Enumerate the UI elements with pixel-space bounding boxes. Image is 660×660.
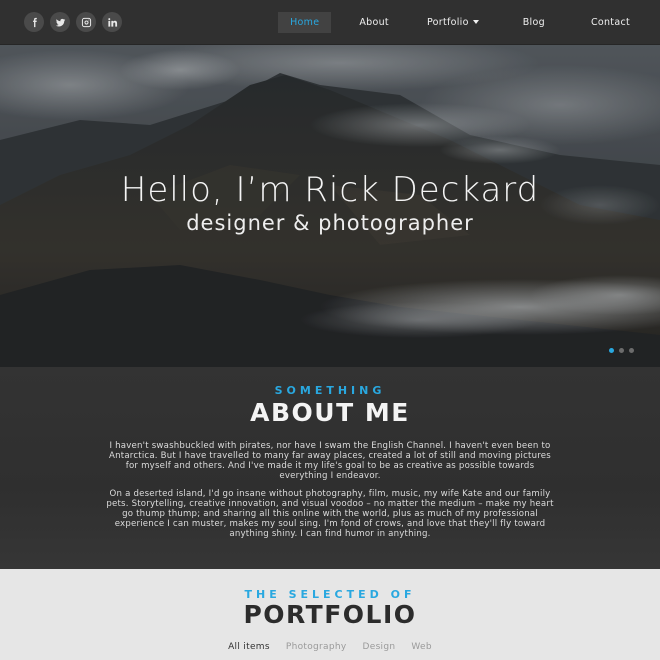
linkedin-icon[interactable]: [102, 12, 122, 32]
about-p1-line: everything I endeavor.: [279, 471, 381, 481]
about-p2-line: On a deserted island, I'd go insane with…: [109, 489, 551, 499]
about-paragraph-1: I haven't swashbuckled with pirates, nor…: [100, 441, 560, 481]
about-p2-line: anything shiny. I can find humor in anyt…: [229, 529, 431, 539]
hero-slider: Hello, I’m Rick Deckard designer & photo…: [0, 45, 660, 367]
filter-photography[interactable]: Photography: [286, 642, 347, 652]
social-links: [24, 12, 122, 32]
slider-dot-2[interactable]: [619, 348, 624, 353]
about-p2-line: experience I can muster, makes my soul s…: [114, 519, 546, 529]
menu-item-about[interactable]: About: [349, 12, 399, 33]
top-navbar: Home About Portfolio Blog Contact: [0, 0, 660, 45]
portfolio-filters: All items Photography Design Web: [0, 642, 660, 652]
portfolio-title: PORTFOLIO: [243, 600, 417, 629]
menu-item-contact[interactable]: Contact: [581, 12, 640, 33]
twitter-icon[interactable]: [50, 12, 70, 32]
about-p1-line: Antarctica. But I have travelled to many…: [109, 451, 551, 461]
about-p2-line: pets. Storytelling, creative innovation,…: [106, 499, 554, 509]
hero-title: Hello, I’m Rick Deckard: [120, 170, 540, 210]
menu-item-portfolio[interactable]: Portfolio: [417, 12, 489, 33]
chevron-down-icon: [472, 20, 479, 24]
portfolio-section: THE SELECTED OF PORTFOLIO All items Phot…: [0, 569, 660, 660]
hero-subtitle: designer & photographer: [186, 211, 474, 235]
about-kicker: SOMETHING: [274, 384, 386, 397]
menu-item-blog[interactable]: Blog: [513, 12, 555, 33]
filter-design[interactable]: Design: [363, 642, 396, 652]
about-p1-line: for myself and others. And I've made it …: [125, 461, 535, 471]
about-title: ABOUT ME: [250, 398, 410, 427]
main-menu: Home About Portfolio Blog Contact: [278, 11, 640, 33]
instagram-icon[interactable]: [76, 12, 96, 32]
slider-dot-3[interactable]: [629, 348, 634, 353]
filter-all-items[interactable]: All items: [228, 642, 270, 652]
about-p1-line: I haven't swashbuckled with pirates, nor…: [109, 441, 551, 451]
slider-dot-1[interactable]: [609, 348, 614, 353]
about-paragraph-2: On a deserted island, I'd go insane with…: [100, 489, 560, 539]
menu-item-home[interactable]: Home: [278, 11, 332, 33]
facebook-icon[interactable]: [24, 12, 44, 32]
about-p2-line: go thump thump; and sharing all this onl…: [122, 509, 538, 519]
slider-pagination: [609, 348, 634, 353]
menu-item-portfolio-label: Portfolio: [426, 16, 469, 28]
about-section: SOMETHING ABOUT ME I haven't swashbuckle…: [0, 367, 660, 569]
filter-web[interactable]: Web: [411, 642, 432, 652]
